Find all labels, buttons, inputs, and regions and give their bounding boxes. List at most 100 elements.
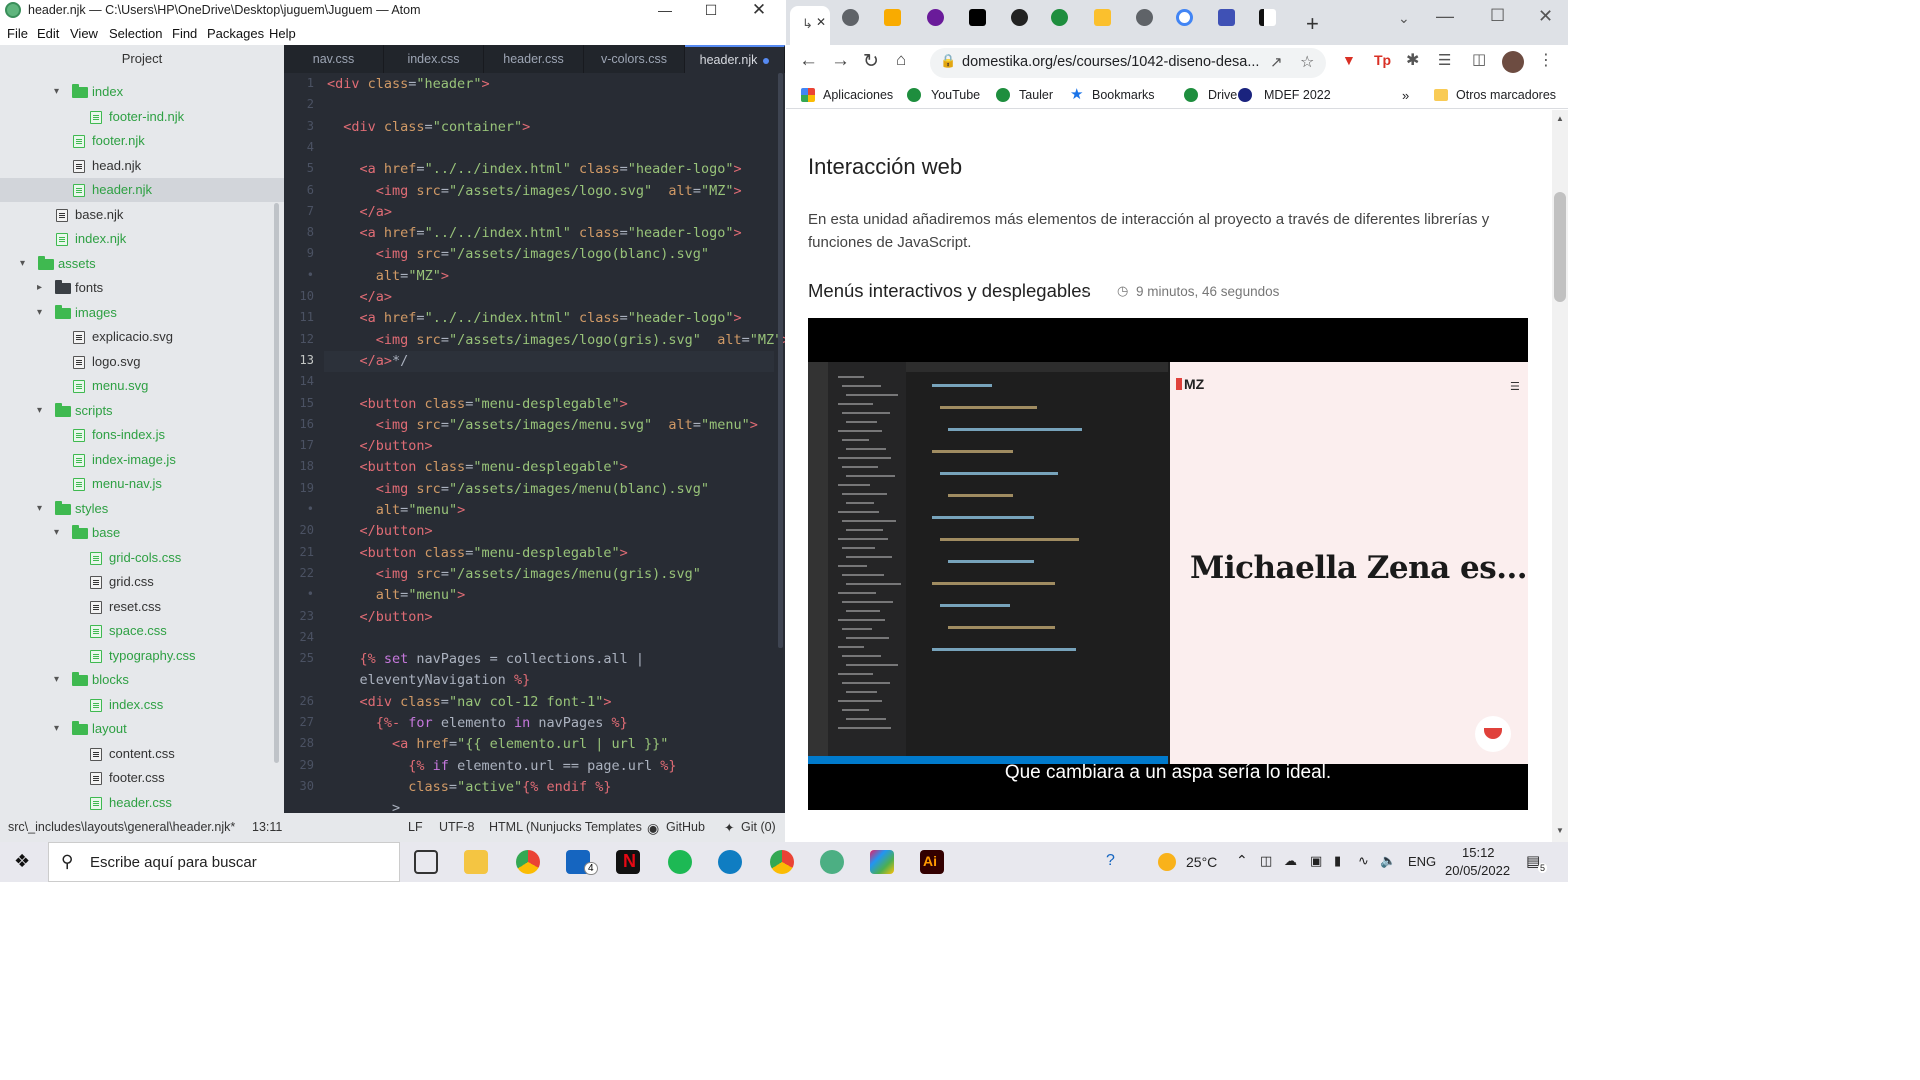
minimize-button[interactable]: —	[642, 0, 688, 22]
task-view-icon[interactable]	[414, 850, 438, 874]
netflix-icon[interactable]: N	[616, 850, 640, 874]
tab-nav-css[interactable]: nav.css	[284, 45, 384, 73]
tray-app-icon[interactable]: ◫	[1260, 853, 1272, 869]
chevron-down-icon[interactable]: ▾	[54, 521, 64, 545]
tree-item[interactable]: ▾ images	[0, 301, 284, 325]
forward-icon[interactable]: →	[831, 50, 850, 72]
tab-search-chevron-icon[interactable]: ⌄	[1398, 10, 1410, 27]
spotify-icon[interactable]	[668, 850, 692, 874]
status-github[interactable]: GitHub	[666, 820, 705, 834]
tab-patreon-icon[interactable]	[1259, 9, 1276, 26]
status-line-ending[interactable]: LF	[408, 820, 423, 834]
scroll-up-icon[interactable]: ▲	[1556, 114, 1564, 123]
status-cursor-position[interactable]: 13:11	[252, 820, 282, 834]
tab-square-icon[interactable]	[969, 9, 986, 26]
clock-time[interactable]: 15:12	[1462, 845, 1495, 860]
temperature[interactable]: 25°C	[1186, 854, 1217, 870]
tab-keep-icon[interactable]	[884, 9, 901, 26]
clock-date[interactable]: 20/05/2022	[1445, 863, 1510, 878]
other-bookmarks[interactable]: Otros marcadores	[1456, 88, 1556, 102]
tab-close-icon[interactable]: ✕	[816, 15, 826, 29]
file-explorer-icon[interactable]	[464, 850, 488, 874]
bookmark-tauler[interactable]: Tauler	[1019, 88, 1053, 102]
taskbar-search[interactable]: ⚲ Escribe aquí para buscar	[48, 842, 400, 882]
menu-view[interactable]: View	[70, 26, 98, 41]
tree-item[interactable]: reset.css	[0, 595, 284, 619]
maximize-icon[interactable]: ☐	[1490, 6, 1505, 26]
status-encoding[interactable]: UTF-8	[439, 820, 474, 834]
editor-scrollbar[interactable]	[778, 73, 783, 648]
side-panel-icon[interactable]: ◫	[1472, 50, 1486, 68]
tree-item[interactable]: ▾ index	[0, 80, 284, 104]
tree-item[interactable]: grid.css	[0, 570, 284, 594]
bookmark-mdef[interactable]: MDEF 2022	[1264, 88, 1331, 102]
edge-icon[interactable]	[718, 850, 742, 874]
reload-icon[interactable]: ↻	[863, 50, 879, 73]
tab-codepen-icon[interactable]	[1011, 9, 1028, 26]
tab-globe-icon[interactable]	[842, 9, 859, 26]
tree-item[interactable]: footer.css	[0, 766, 284, 790]
weather-sun-icon[interactable]	[1158, 853, 1176, 871]
domestika-badge-icon[interactable]	[1475, 716, 1511, 752]
tree-item[interactable]: space.css	[0, 619, 284, 643]
home-icon[interactable]: ⌂	[896, 50, 906, 70]
status-git[interactable]: Git (0)	[741, 820, 776, 834]
tree-item[interactable]: index.css	[0, 693, 284, 717]
media-icon[interactable]: ☰	[1438, 51, 1451, 69]
profile-avatar[interactable]	[1502, 51, 1524, 73]
tree-item[interactable]: explicacio.svg	[0, 325, 284, 349]
scrollbar-thumb[interactable]	[1554, 192, 1566, 302]
tree-item[interactable]: ▾ layout	[0, 717, 284, 741]
cloud-icon[interactable]: ☁	[1284, 853, 1297, 869]
tree-item[interactable]: header.css	[0, 791, 284, 814]
atom-taskbar-icon[interactable]	[820, 850, 844, 874]
scroll-down-icon[interactable]: ▼	[1556, 826, 1564, 835]
tab-shield-icon[interactable]	[927, 9, 944, 26]
browser-tab-active[interactable]: ↳ ✕	[790, 6, 830, 45]
tray-chevron-icon[interactable]: ⌃	[1236, 852, 1248, 869]
tree-item[interactable]: base.njk	[0, 203, 284, 227]
tree-item[interactable]: header.njk	[0, 178, 284, 202]
menu-selection[interactable]: Selection	[109, 26, 162, 41]
tree-item[interactable]: ▸ fonts	[0, 276, 284, 300]
tree-item[interactable]: footer-ind.njk	[0, 105, 284, 129]
tree-item[interactable]: content.css	[0, 742, 284, 766]
bookmark-aplicaciones[interactable]: Aplicaciones	[823, 88, 893, 102]
tree-item[interactable]: grid-cols.css	[0, 546, 284, 570]
more-bookmarks-icon[interactable]: »	[1402, 88, 1409, 103]
close-button[interactable]: ✕	[736, 0, 782, 22]
chrome-taskbar-icon[interactable]	[516, 850, 540, 874]
share-icon[interactable]: ↗	[1270, 53, 1283, 71]
tab-v-colors-css[interactable]: v-colors.css	[584, 45, 685, 73]
chevron-down-icon[interactable]: ▾	[54, 80, 64, 104]
tab-six-icon[interactable]	[1218, 9, 1235, 26]
display-icon[interactable]: ▣	[1310, 853, 1322, 869]
tree-item[interactable]: ▾ styles	[0, 497, 284, 521]
tree-item[interactable]: index-image.js	[0, 448, 284, 472]
chevron-down-icon[interactable]: ▾	[37, 399, 47, 423]
extension-tp-icon[interactable]: Tp	[1374, 52, 1391, 68]
chevron-down-icon[interactable]: ▾	[54, 717, 64, 741]
bookmark-drive[interactable]: Drive	[1208, 88, 1237, 102]
extension-shield-icon[interactable]: ▼	[1342, 52, 1356, 68]
volume-icon[interactable]: 🔈	[1380, 853, 1396, 869]
tree-item[interactable]: logo.svg	[0, 350, 284, 374]
tree-item[interactable]: menu.svg	[0, 374, 284, 398]
chevron-down-icon[interactable]: ▾	[37, 301, 47, 325]
menu-find[interactable]: Find	[172, 26, 197, 41]
video-player[interactable]: MZ ☰ Michaella Zena es... Que cambiara a…	[808, 318, 1528, 810]
extensions-puzzle-icon[interactable]: ✱	[1406, 50, 1419, 70]
page-scrollbar[interactable]: ▲ ▼	[1552, 110, 1568, 842]
tree-item[interactable]: footer.njk	[0, 129, 284, 153]
tab-green-icon[interactable]	[1051, 9, 1068, 26]
help-icon[interactable]: ?	[1106, 852, 1115, 870]
menu-packages[interactable]: Packages	[207, 26, 264, 41]
tree-scrollbar[interactable]	[274, 203, 279, 763]
menu-help[interactable]: Help	[269, 26, 296, 41]
tree-item[interactable]: fons-index.js	[0, 423, 284, 447]
menu-file[interactable]: File	[7, 26, 28, 41]
status-file-path[interactable]: src\_includes\layouts\general\header.njk…	[8, 820, 235, 834]
illustrator-icon[interactable]: Ai	[920, 850, 944, 874]
tree-item[interactable]: head.njk	[0, 154, 284, 178]
chevron-down-icon[interactable]: ▾	[37, 497, 47, 521]
